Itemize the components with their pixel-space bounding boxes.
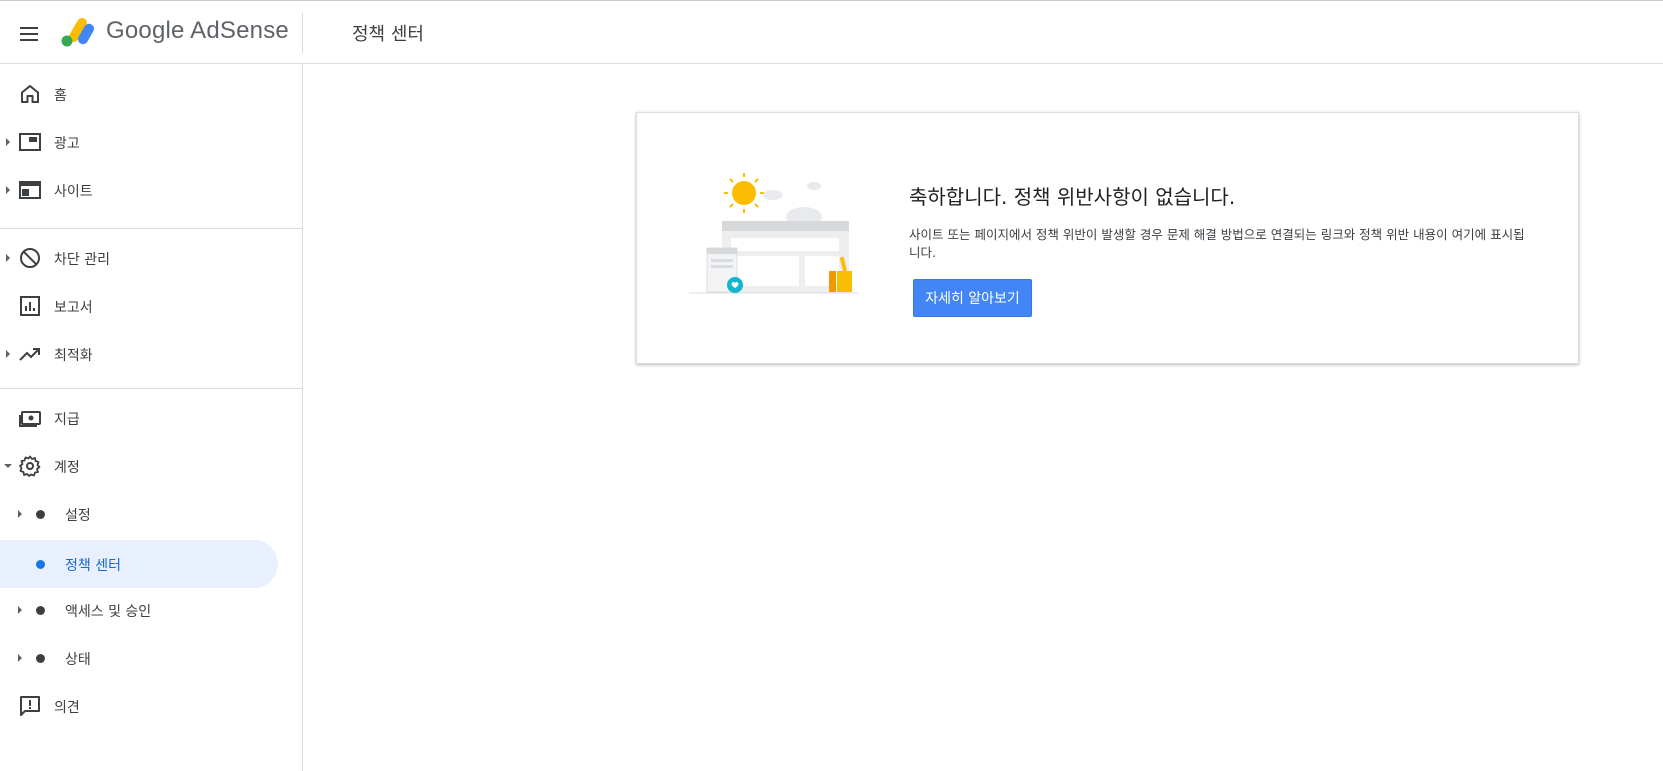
sidebar-item-home[interactable]: 홈: [0, 72, 278, 116]
bullet-icon: [36, 510, 45, 519]
payments-icon: [19, 411, 41, 427]
caret-right-icon: [18, 510, 22, 518]
bullet-icon: [36, 560, 45, 569]
sidebar: 홈 광고 사이트 차단 관리 보고서 최적화 지급 계정 설정 정책 센터 액세…: [0, 64, 303, 771]
home-icon: [21, 85, 39, 103]
menu-icon[interactable]: [16, 20, 44, 48]
sidebar-item-label: 보고서: [54, 300, 93, 316]
sidebar-item-label: 정책 센터: [65, 558, 121, 574]
sidebar-item-status[interactable]: 상태: [0, 636, 278, 680]
card-description: 사이트 또는 페이지에서 정책 위반이 발생할 경우 문제 해결 방법으로 연결…: [909, 227, 1525, 260]
no-violations-illustration: [689, 173, 859, 294]
sidebar-item-label: 계정: [54, 460, 80, 476]
card-title: 축하합니다. 정책 위반사항이 없습니다.: [909, 185, 1236, 209]
sites-icon: [19, 181, 41, 199]
sidebar-divider: [0, 388, 303, 389]
sidebar-item-label: 의견: [54, 700, 80, 716]
adsense-logo-icon: [61, 18, 94, 47]
sidebar-item-label: 액세스 및 승인: [65, 604, 152, 620]
bullet-icon: [36, 606, 45, 615]
top-app-bar: Google AdSense 정책 센터: [0, 0, 1663, 64]
sidebar-item-sites[interactable]: 사이트: [0, 168, 278, 212]
sidebar-item-policy-center[interactable]: 정책 센터: [0, 540, 278, 588]
sidebar-item-label: 광고: [54, 136, 80, 152]
block-icon: [20, 248, 40, 268]
reports-icon: [20, 296, 40, 316]
sidebar-item-label: 상태: [65, 652, 91, 668]
caret-right-icon: [18, 654, 22, 662]
sidebar-item-reports[interactable]: 보고서: [0, 284, 278, 328]
sidebar-item-label: 차단 관리: [54, 252, 110, 268]
trending-up-icon: [19, 348, 40, 361]
caret-down-icon: [4, 464, 12, 468]
sidebar-item-label: 사이트: [54, 184, 93, 200]
sidebar-item-account[interactable]: 계정: [0, 444, 278, 488]
app-logo-text: Google AdSense: [106, 17, 289, 44]
sidebar-item-ads[interactable]: 광고: [0, 120, 278, 164]
gear-icon: [19, 455, 41, 477]
no-violations-card: 축하합니다. 정책 위반사항이 없습니다. 사이트 또는 페이지에서 정책 위반…: [636, 112, 1579, 364]
page-title: 정책 센터: [352, 24, 424, 45]
caret-right-icon: [6, 350, 10, 358]
learn-more-button[interactable]: 자세히 알아보기: [913, 279, 1032, 317]
sidebar-item-blocking-controls[interactable]: 차단 관리: [0, 236, 278, 280]
ads-icon: [19, 133, 41, 151]
topbar-divider: [302, 13, 303, 53]
sidebar-item-optimization[interactable]: 최적화: [0, 332, 278, 376]
sidebar-item-settings[interactable]: 설정: [0, 492, 278, 536]
caret-right-icon: [6, 254, 10, 262]
caret-right-icon: [6, 138, 10, 146]
feedback-icon: [20, 696, 40, 716]
sidebar-divider: [0, 228, 303, 229]
sidebar-item-access-authorization[interactable]: 액세스 및 승인: [0, 588, 278, 632]
sun-icon: [724, 173, 764, 213]
caret-right-icon: [6, 186, 10, 194]
caret-right-icon: [18, 606, 22, 614]
sidebar-item-feedback[interactable]: 의견: [0, 684, 278, 728]
bullet-icon: [36, 654, 45, 663]
sidebar-item-label: 홈: [54, 88, 67, 104]
sidebar-item-label: 설정: [65, 508, 91, 524]
sidebar-item-label: 지급: [54, 412, 80, 428]
sidebar-item-payments[interactable]: 지급: [0, 396, 278, 440]
sidebar-item-label: 최적화: [54, 348, 93, 364]
